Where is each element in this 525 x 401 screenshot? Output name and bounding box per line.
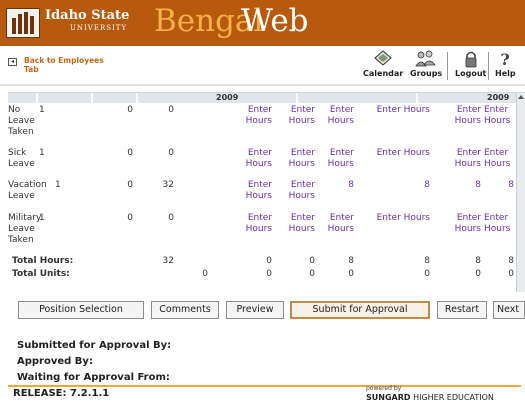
logout-button[interactable]: Logout: [455, 50, 486, 78]
day-total-units: 0: [266, 269, 272, 279]
enter-hours-link[interactable]: Enter Hours: [320, 105, 354, 127]
question-mark-icon: ?: [501, 50, 510, 68]
total-hours-value: 32: [162, 256, 174, 266]
enter-hours-link[interactable]: Enter Hours: [320, 213, 354, 235]
toolbar-divider: [447, 52, 448, 80]
shift-value: 1: [39, 213, 45, 223]
approval-status: Submitted for Approval By: Approved By: …: [17, 338, 171, 386]
earn-code-label: Vacation Leave: [8, 180, 47, 201]
total-units-label: Total Units:: [12, 269, 70, 279]
total-value: 0: [168, 148, 174, 158]
timesheet-scroll-pane[interactable]: 2009 2009 No Leave Taken 1 0 0 Enter Hou…: [8, 92, 525, 292]
svg-text:?: ?: [501, 50, 510, 68]
groups-button[interactable]: Groups: [410, 50, 442, 78]
sungard-logo: SUNGARD HIGHER EDUCATION: [366, 393, 494, 401]
university-subtitle: UNIVERSITY: [70, 24, 128, 32]
restart-button[interactable]: Restart: [437, 301, 487, 319]
enter-hours-link[interactable]: Enter Hours: [240, 180, 272, 202]
day-total-hours: 0: [309, 256, 315, 266]
shift-value: 1: [55, 180, 61, 190]
hours-value: 0: [127, 213, 133, 223]
help-button[interactable]: ? Help: [495, 50, 516, 78]
total-value: 32: [162, 180, 174, 190]
date-header-row: 2009 2009: [8, 93, 516, 103]
app-name-web: Web: [241, 3, 309, 39]
enter-hours-link[interactable]: Enter Hours: [360, 148, 430, 159]
back-link-label: Back to Employees Tab: [24, 56, 104, 74]
shift-value: 1: [39, 105, 45, 115]
enter-hours-link[interactable]: Enter Hours: [484, 213, 518, 235]
enter-hours-link[interactable]: Enter Hours: [449, 148, 481, 170]
total-units-value: 0: [202, 269, 208, 279]
hours-value: 0: [127, 180, 133, 190]
enter-hours-link[interactable]: Enter Hours: [320, 148, 354, 170]
day-total-units: 0: [424, 269, 430, 279]
position-selection-button[interactable]: Position Selection: [18, 301, 144, 319]
total-value: 0: [168, 213, 174, 223]
lock-icon: [465, 51, 477, 68]
logout-label: Logout: [455, 69, 487, 78]
help-label: Help: [495, 69, 516, 78]
release-version: RELEASE: 7.2.1.1: [13, 388, 110, 399]
hours-link[interactable]: 8: [320, 180, 354, 191]
enter-hours-link[interactable]: Enter Hours: [484, 148, 518, 170]
back-arrow-icon: ◂: [8, 58, 17, 66]
vertical-scrollbar[interactable]: [516, 93, 525, 292]
total-hours-label: Total Hours:: [12, 256, 74, 266]
enter-hours-link[interactable]: Enter Hours: [283, 213, 315, 235]
app-header: Idaho State UNIVERSITY Bengal Web: [0, 0, 525, 46]
groups-label: Groups: [410, 69, 443, 78]
enter-hours-link[interactable]: Enter Hours: [283, 105, 315, 127]
enter-hours-link[interactable]: Enter Hours: [360, 213, 430, 224]
day-total-hours: 8: [348, 256, 354, 266]
day-total-units: 0: [309, 269, 315, 279]
day-total-units: 0: [508, 269, 514, 279]
enter-hours-link[interactable]: Enter Hours: [240, 213, 272, 235]
day-total-hours: 8: [508, 256, 514, 266]
calendar-icon: [374, 50, 392, 66]
submit-for-approval-button[interactable]: Submit for Approval: [290, 301, 430, 319]
footer-divider: [8, 385, 521, 387]
toolbar: ◂ Back to Employees Tab Calendar Groups …: [0, 46, 525, 86]
waiting-for-label: Waiting for Approval From:: [17, 372, 170, 383]
hours-link[interactable]: 8: [360, 180, 430, 191]
powered-by-label: powered by: [366, 385, 402, 392]
sungard-name: SUNGARD: [366, 393, 411, 401]
day-total-hours: 8: [475, 256, 481, 266]
enter-hours-link[interactable]: Enter Hours: [484, 105, 518, 127]
next-button[interactable]: Next: [493, 301, 525, 319]
approved-by-label: Approved By:: [17, 356, 93, 367]
comments-button[interactable]: Comments: [151, 301, 219, 319]
enter-hours-link[interactable]: Enter Hours: [283, 148, 315, 170]
enter-hours-link[interactable]: Enter Hours: [283, 180, 315, 202]
submitted-by-label: Submitted for Approval By:: [17, 340, 172, 351]
toolbar-divider: [488, 52, 489, 80]
total-value: 0: [168, 105, 174, 115]
preview-button[interactable]: Preview: [226, 301, 284, 319]
enter-hours-link[interactable]: Enter Hours: [240, 105, 272, 127]
calendar-label: Calendar: [363, 69, 404, 78]
year-label: 2009: [487, 93, 510, 102]
day-total-hours: 0: [266, 256, 272, 266]
day-total-hours: 8: [424, 256, 430, 266]
hours-value: 0: [127, 105, 133, 115]
higher-education-label: HIGHER EDUCATION: [413, 393, 494, 401]
hours-value: 0: [127, 148, 133, 158]
university-logo-icon: [6, 8, 40, 38]
enter-hours-link[interactable]: Enter Hours: [449, 105, 481, 127]
calendar-button[interactable]: Calendar: [363, 50, 403, 78]
enter-hours-link[interactable]: Enter Hours: [360, 105, 430, 116]
day-total-units: 0: [348, 269, 354, 279]
hours-link[interactable]: 8: [484, 180, 514, 191]
year-label: 2009: [216, 93, 239, 102]
hours-link[interactable]: 8: [449, 180, 481, 191]
enter-hours-link[interactable]: Enter Hours: [449, 213, 481, 235]
enter-hours-link[interactable]: Enter Hours: [240, 148, 272, 170]
shift-value: 1: [39, 148, 45, 158]
day-total-units: 0: [475, 269, 481, 279]
scroll-up-arrow-icon[interactable]: [518, 95, 524, 99]
university-name: Idaho State: [45, 8, 130, 23]
groups-icon: [415, 50, 436, 67]
